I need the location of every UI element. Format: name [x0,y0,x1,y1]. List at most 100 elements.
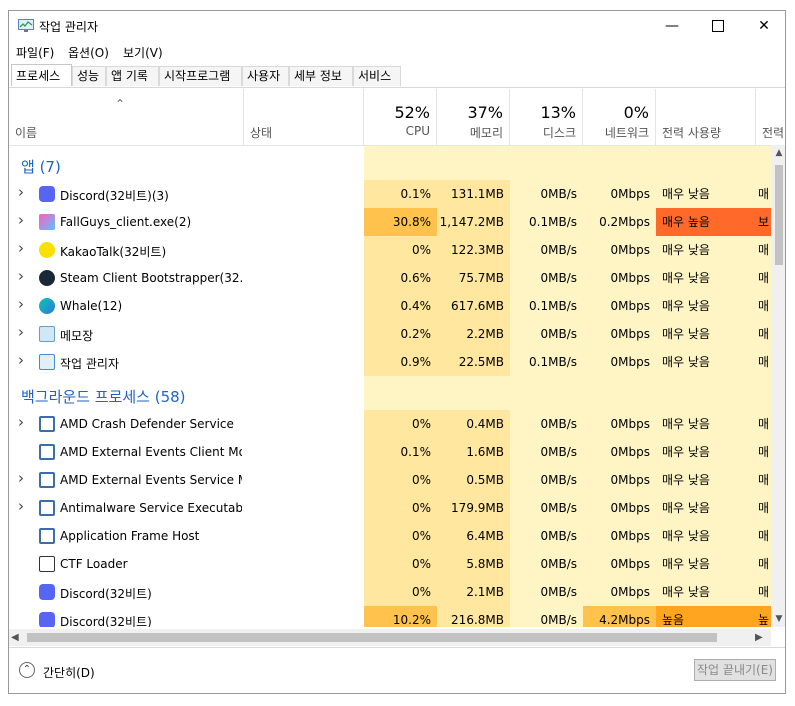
tab-performance[interactable]: 성능 [72,66,106,86]
disk-cell: 0.1MB/s [510,208,583,236]
cpu-cell: 0.9% [364,348,437,376]
memory-cell: 0.5MB [437,466,510,494]
vertical-scrollbar[interactable]: ▲ ▼ [771,145,785,627]
expand-chevron-icon[interactable]: › [18,351,24,369]
tab-startup[interactable]: 시작프로그램 [159,66,242,86]
service-icon [39,472,55,488]
process-table: ⌃ 이름 상태 52% CPU 37% 메모리 13% 디스크 0% 네트워크 [9,89,785,627]
power-cell: 매우 낮음 [656,466,756,494]
tab-users[interactable]: 사용자 [242,66,289,86]
cpu-cell: 0% [364,410,437,438]
fewer-details-link[interactable]: 간단히(D) [43,664,95,681]
process-row[interactable]: Discord(32비트) 0% 2.1MB 0MB/s 0Mbps 매우 낮음 매 [9,578,771,606]
collapse-icon[interactable]: ⌃ [19,662,35,678]
power-trend-cell: 매 [756,320,771,348]
scroll-down-icon[interactable]: ▼ [771,611,785,627]
horizontal-scroll-thumb[interactable] [27,633,717,642]
memory-cell: 6.4MB [437,522,510,550]
process-row[interactable]: › 메모장 0.2% 2.2MB 0MB/s 0Mbps 매우 낮음 매 [9,320,771,348]
expand-chevron-icon[interactable]: › [18,183,24,201]
process-name: Discord(32비트) [60,587,152,601]
minimize-button[interactable]: — [649,11,695,41]
tab-services[interactable]: 서비스 [353,66,401,86]
scroll-right-icon[interactable]: ▶ [755,629,769,646]
column-network[interactable]: 0% 네트워크 [583,89,656,145]
power-cell: 매우 낮음 [656,410,756,438]
process-row[interactable]: › 작업 관리자 0.9% 22.5MB 0.1MB/s 0Mbps 매우 낮음 매 [9,348,771,376]
menu-options[interactable]: 옵션(O) [68,44,109,61]
close-button[interactable]: ✕ [741,11,785,41]
column-disk[interactable]: 13% 디스크 [510,89,583,145]
power-cell: 매우 낮음 [656,578,756,606]
expand-chevron-icon[interactable]: › [18,497,24,515]
memory-cell: 131.1MB [437,180,510,208]
maximize-icon [712,20,724,32]
tab-details[interactable]: 세부 정보 [289,66,353,86]
scroll-left-icon[interactable]: ◀ [11,629,25,646]
column-power-trend[interactable]: 전력 [756,89,785,145]
column-cpu[interactable]: 52% CPU [364,89,437,145]
process-row[interactable]: › AMD External Events Service M... 0% 0.5MB… [9,466,771,494]
column-status[interactable]: 상태 [244,89,364,145]
scroll-up-icon[interactable]: ▲ [771,145,785,161]
network-cell: 0Mbps [583,410,656,438]
vertical-scroll-thumb[interactable] [775,165,783,265]
expand-chevron-icon[interactable]: › [18,295,24,313]
process-row[interactable]: CTF Loader 0% 5.8MB 0MB/s 0Mbps 매우 낮음 매 [9,550,771,578]
process-name: KakaoTalk(32비트) [60,245,167,259]
cpu-cell: 0% [364,578,437,606]
process-row[interactable]: Discord(32비트) 10.2% 216.8MB 0MB/s 4.2Mbps 높음 높 [9,606,771,627]
disk-cell: 0MB/s [510,320,583,348]
process-row[interactable]: › Whale(12) 0.4% 617.6MB 0.1MB/s 0Mbps 매우 낮음 매 [9,292,771,320]
network-cell: 0Mbps [583,578,656,606]
process-row[interactable]: › Steam Client Bootstrapper(32... 0.6% 75.7… [9,264,771,292]
expand-chevron-icon[interactable]: › [18,413,24,431]
fallguys-icon [39,214,55,230]
network-total: 0% [623,103,649,122]
disk-cell: 0MB/s [510,606,583,627]
service-icon [39,416,55,432]
whale-icon [39,298,55,314]
group-header: 백그라운드 프로세스 (58) [9,376,771,410]
service-icon [39,500,55,516]
process-name: Discord(32비트)(3) [60,189,169,203]
power-trend-cell: 매 [756,236,771,264]
tab-processes[interactable]: 프로세스 [11,64,72,86]
network-cell: 0Mbps [583,348,656,376]
column-network-label: 네트워크 [604,126,649,140]
process-row[interactable]: › FallGuys_client.exe(2) 30.8% 1,147.2MB 0.1… [9,208,771,236]
notepad-icon [39,326,55,342]
memory-cell: 2.1MB [437,578,510,606]
disk-total: 13% [540,103,576,122]
power-trend-cell: 매 [756,348,771,376]
column-name[interactable]: ⌃ 이름 [9,89,244,145]
end-task-button[interactable]: 작업 끝내기(E) [694,659,776,681]
process-row[interactable]: Application Frame Host 0% 6.4MB 0MB/s 0Mbps 매… [9,522,771,550]
power-trend-cell: 매 [756,466,771,494]
process-row[interactable]: › AMD Crash Defender Service 0% 0.4MB 0MB/s 0… [9,410,771,438]
process-name: AMD External Events Service M... [60,473,242,487]
process-row[interactable]: › Antimalware Service Executable 0% 179.9MB… [9,494,771,522]
power-trend-cell: 높 [756,606,771,627]
expand-chevron-icon[interactable]: › [18,267,24,285]
process-row[interactable]: › Discord(32비트)(3) 0.1% 131.1MB 0MB/s 0Mbps 매우… [9,180,771,208]
menu-file[interactable]: 파일(F) [16,44,54,61]
maximize-button[interactable] [695,11,741,41]
expand-chevron-icon[interactable]: › [18,239,24,257]
network-cell: 0Mbps [583,550,656,578]
process-name: Antimalware Service Executable [60,501,242,515]
expand-chevron-icon[interactable]: › [18,211,24,229]
expand-chevron-icon[interactable]: › [18,469,24,487]
process-row[interactable]: AMD External Events Client Mo... 0.1% 1.6M… [9,438,771,466]
service-icon [39,444,55,460]
expand-chevron-icon[interactable]: › [18,323,24,341]
menu-view[interactable]: 보기(V) [123,44,163,61]
column-power[interactable]: 전력 사용량 [656,89,756,145]
process-row[interactable]: › KakaoTalk(32비트) 0% 122.3MB 0MB/s 0Mbps 매우 낮음… [9,236,771,264]
column-memory[interactable]: 37% 메모리 [437,89,510,145]
horizontal-scrollbar[interactable]: ◀ ▶ [9,629,771,646]
network-cell: 0Mbps [583,494,656,522]
tab-app-history[interactable]: 앱 기록 [106,66,159,86]
disk-cell: 0MB/s [510,522,583,550]
cpu-cell: 0.2% [364,320,437,348]
